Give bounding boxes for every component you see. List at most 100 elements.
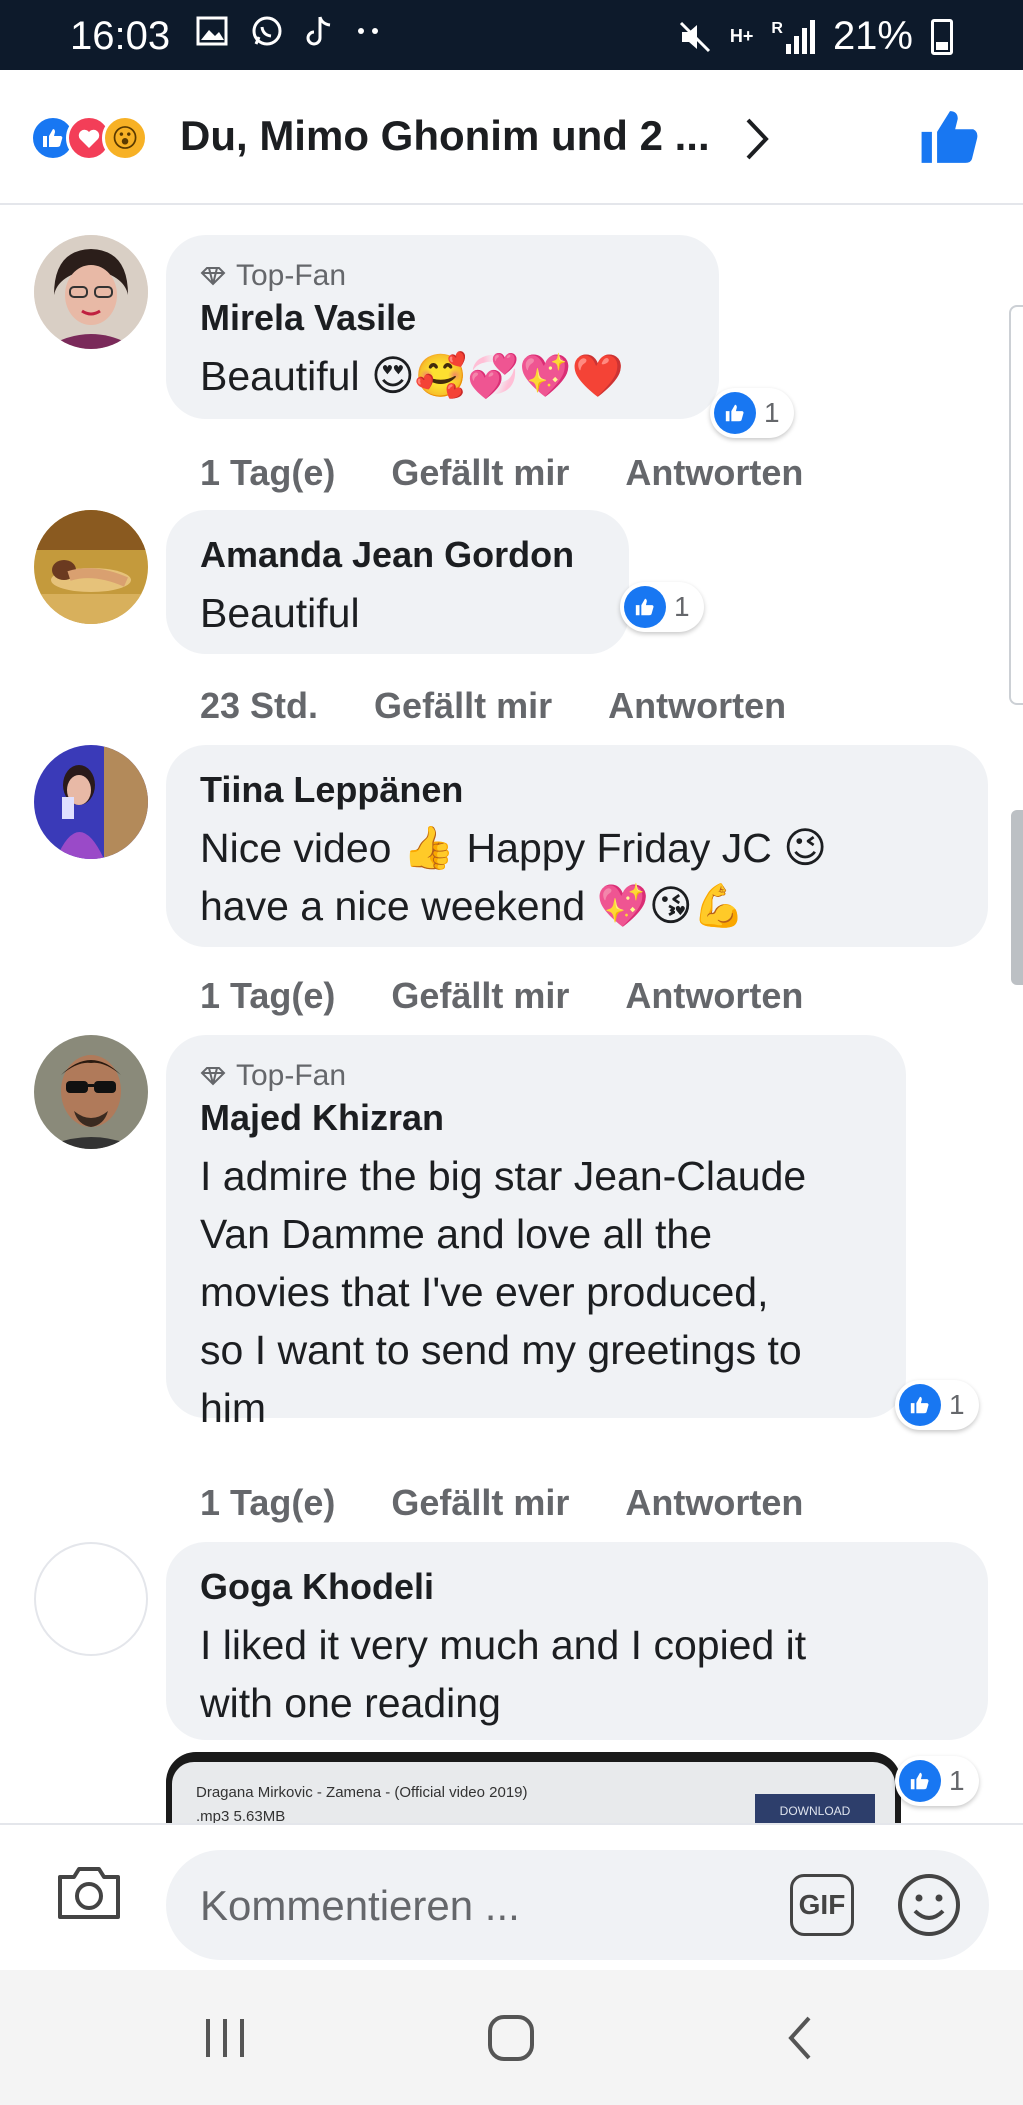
diamond-icon [200, 1067, 226, 1086]
comment-body: Beautiful [200, 590, 360, 636]
like-button[interactable]: Gefällt mir [391, 1482, 569, 1524]
comment-emoji-wink: 😉 [783, 824, 828, 871]
comment-timestamp: 1 Tag(e) [200, 452, 336, 493]
comment-body-line1: Nice video [200, 825, 392, 871]
comment-bubble[interactable]: Top-Fan Majed Khizran I admire the big s… [166, 1035, 906, 1431]
comment-line: movies that I've ever produced, [200, 1269, 769, 1315]
recent-apps-icon[interactable] [195, 2010, 255, 2066]
avatar-amanda-jean-gordon[interactable] [34, 510, 148, 624]
gif-button[interactable]: GIF [790, 1874, 854, 1936]
comment-author[interactable]: Majed Khizran [200, 1097, 872, 1139]
avatar-mirela-vasile[interactable] [34, 235, 148, 349]
like-badge-icon [899, 1760, 941, 1802]
top-fan-badge: Top-Fan [200, 259, 685, 293]
attachment-title: Dragana Mirkovic - Zamena - (Official vi… [196, 1784, 528, 1801]
like-button[interactable]: Gefällt mir [374, 685, 552, 727]
reply-button[interactable]: Antworten [608, 685, 786, 727]
comment-bubble[interactable]: Tiina Leppänen Nice video 👍 Happy Friday… [166, 745, 988, 947]
comment-author[interactable]: Tiina Leppänen [200, 769, 954, 811]
comment-text: I admire the big star Jean-Claude Van Da… [200, 1147, 872, 1437]
comment-actions: 1 Tag(e) Gefällt mir Antworten [200, 975, 859, 1017]
comment-line: Van Damme and love all the [200, 1211, 713, 1257]
comment-bubble[interactable]: Top-Fan Mirela Vasile Beautiful 😍🥰💞💖❤️ [166, 235, 719, 419]
battery-icon [931, 18, 953, 55]
reply-button[interactable]: Antworten [625, 975, 803, 1017]
gallery-icon [196, 16, 228, 46]
comments-sheet: 😮 Du, Mimo Ghonim und 2 ... Top-Fan Mire… [0, 70, 1023, 1970]
chevron-right-icon[interactable] [740, 114, 774, 164]
comment-text: Nice video 👍 Happy Friday JC 😉 have a ni… [200, 819, 954, 935]
reply-button[interactable]: Antworten [625, 1482, 803, 1524]
avatar-goga-khodeli[interactable] [34, 1542, 148, 1656]
comment-timestamp: 1 Tag(e) [200, 975, 336, 1016]
mute-icon [679, 21, 710, 52]
tiktok-icon [306, 16, 331, 46]
comment-line: with one reading [200, 1680, 501, 1726]
top-fan-label: Top-Fan [236, 259, 347, 292]
top-fan-label: Top-Fan [236, 1059, 347, 1092]
home-icon[interactable] [480, 2010, 542, 2066]
status-time: 16:03 [70, 14, 171, 58]
like-badge-icon [714, 392, 756, 434]
top-fan-badge: Top-Fan [200, 1059, 872, 1093]
reactors-summary[interactable]: Du, Mimo Ghonim und 2 ... [180, 112, 710, 160]
comment-timestamp: 1 Tag(e) [200, 1482, 336, 1523]
comment-author[interactable]: Mirela Vasile [200, 297, 685, 339]
comment-bubble[interactable]: Amanda Jean Gordon Beautiful [166, 510, 629, 654]
like-badge-icon [624, 586, 666, 628]
comment-line: him [200, 1385, 267, 1431]
wow-reaction-icon: 😮 [102, 115, 148, 161]
like-count: 1 [949, 1765, 965, 1796]
diamond-icon [200, 267, 226, 286]
status-system-icons: H+ R 21% [678, 14, 953, 59]
comment-actions: 1 Tag(e) Gefällt mir Antworten [200, 452, 859, 494]
status-notification-icons [196, 14, 382, 48]
comment-body-line2: have a nice weekend [200, 883, 586, 929]
comment-like-count[interactable]: 1 [620, 582, 704, 632]
comment-input[interactable]: Kommentieren ... GIF [166, 1850, 989, 1960]
emoji-icon[interactable] [896, 1872, 962, 1938]
scroll-thumb[interactable] [1011, 810, 1023, 985]
comment-bubble[interactable]: Goga Khodeli I liked it very much and I … [166, 1542, 988, 1740]
roaming-label: R [771, 19, 783, 37]
whatsapp-icon [252, 16, 282, 46]
comment-text: I liked it very much and I copied it wit… [200, 1616, 954, 1732]
comment-like-count[interactable]: 1 [895, 1380, 979, 1430]
like-badge-icon [899, 1384, 941, 1426]
network-type: H+ [729, 26, 754, 46]
reply-button[interactable]: Antworten [625, 452, 803, 494]
comment-actions: 23 Std. Gefällt mir Antworten [200, 685, 842, 727]
reaction-icons: 😮 [30, 115, 148, 161]
system-nav-bar [0, 1970, 1023, 2105]
comment-author[interactable]: Amanda Jean Gordon [200, 534, 595, 576]
comment-body-line1-mid: Happy Friday JC [466, 825, 772, 871]
comment-text: Beautiful 😍🥰💞💖❤️ [200, 347, 685, 405]
comment-input-placeholder: Kommentieren ... [200, 1882, 520, 1929]
comment-composer: Kommentieren ... GIF [0, 1823, 1023, 1970]
comment-like-count[interactable]: 1 [895, 1756, 979, 1806]
camera-icon[interactable] [54, 1863, 124, 1923]
like-count: 1 [674, 591, 690, 622]
more-dots-icon [358, 28, 378, 34]
like-count: 1 [949, 1389, 965, 1420]
reactions-header[interactable]: 😮 Du, Mimo Ghonim und 2 ... [0, 70, 1023, 205]
status-bar: 16:03 H+ R 21% [0, 0, 1023, 70]
comment-emojis: 😍🥰💞💖❤️ [370, 352, 624, 399]
comment-timestamp: 23 Std. [200, 685, 319, 726]
comment-actions: 1 Tag(e) Gefällt mir Antworten [200, 1482, 859, 1524]
battery-percent: 21% [832, 14, 913, 58]
comment-body: Beautiful [200, 353, 360, 399]
like-button[interactable]: Gefällt mir [391, 452, 569, 494]
comment-line: so I want to send my greetings to [200, 1327, 802, 1373]
like-thumb-icon[interactable] [919, 106, 981, 168]
comment-author[interactable]: Goga Khodeli [200, 1566, 954, 1608]
scroll-track[interactable] [1009, 305, 1023, 705]
like-button[interactable]: Gefällt mir [391, 975, 569, 1017]
comment-line: I admire the big star Jean-Claude [200, 1153, 807, 1199]
comment-emoji-thumbs: 👍 [402, 824, 456, 871]
comment-like-count[interactable]: 1 [710, 388, 794, 438]
back-icon[interactable] [775, 2010, 825, 2066]
avatar-majed-khizran[interactable] [34, 1035, 148, 1149]
avatar-tiina-leppanen[interactable] [34, 745, 148, 859]
signal-icon: R [771, 19, 815, 54]
